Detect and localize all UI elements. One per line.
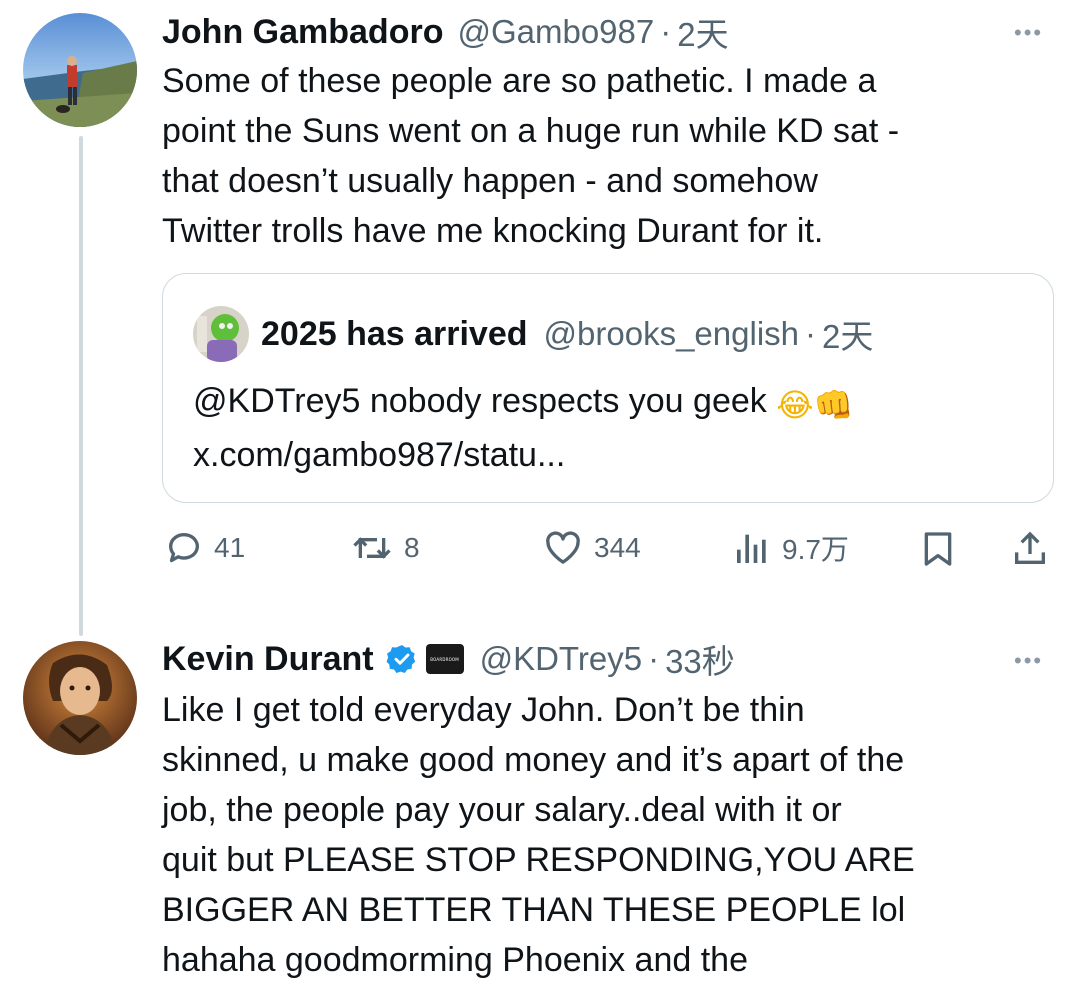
like-count: 344: [594, 532, 641, 563]
reply-button[interactable]: 41: [164, 528, 245, 568]
repost-count: 8: [404, 532, 420, 563]
tweet-header: Kevin Durant BOARDROOM @KDTrey5 · 33秒: [162, 636, 735, 682]
tweet-text: Some of these people are so pathetic. I …: [162, 56, 1062, 256]
like-button[interactable]: 344: [542, 528, 641, 568]
tweet-text-line: skinned, u make good money and it’s apar…: [162, 741, 905, 779]
more-icon[interactable]: •••: [1014, 648, 1043, 674]
quote-author-name[interactable]: 2025 has arrived: [261, 315, 528, 354]
bookmark-icon: [924, 532, 952, 566]
tweet-text-line: that doesn’t usually happen - and someho…: [162, 162, 818, 200]
views-button[interactable]: 9.7万: [732, 528, 849, 568]
views-icon: [737, 534, 766, 563]
avatar-durant[interactable]: [23, 641, 137, 755]
boardroom-affiliate-badge[interactable]: BOARDROOM: [425, 644, 464, 674]
avatar-brooks: [193, 306, 249, 362]
more-icon[interactable]: •••: [1014, 20, 1043, 46]
reply-icon: [169, 533, 199, 563]
boardroom-badge-text: BOARDROOM: [430, 656, 459, 662]
tweet-text: Like I get told everyday John. Don’t be …: [162, 685, 1062, 985]
quote-link[interactable]: x.com/gambo987/statu...: [193, 430, 1043, 480]
verified-badge-icon: [386, 645, 415, 673]
quote-header: 2025 has arrived @brooks_english · 2天: [261, 312, 873, 356]
laughing-emoji-icon: 😂: [776, 386, 814, 424]
reply-count: 41: [214, 532, 246, 563]
separator-dot: ·: [648, 640, 660, 677]
separator-dot: ·: [805, 315, 817, 352]
tweet-header: John Gambadoro @Gambo987 · 2天: [162, 10, 729, 54]
share-icon: [1015, 531, 1045, 564]
quoted-tweet-card[interactable]: 2025 has arrived @brooks_english · 2天 @K…: [162, 273, 1054, 503]
author-name[interactable]: Kevin Durant: [162, 640, 374, 679]
thread-connector-line: [79, 136, 83, 636]
repost-icon: [353, 537, 391, 559]
separator-dot: ·: [660, 13, 672, 50]
bookmark-button[interactable]: [918, 528, 958, 575]
author-handle[interactable]: @Gambo987: [457, 13, 654, 51]
tweet-text-line: quit but PLEASE STOP RESPONDING,YOU ARE: [162, 841, 915, 879]
author-handle[interactable]: @KDTrey5: [480, 640, 642, 678]
share-button[interactable]: [1010, 528, 1050, 575]
tweet-text-line: Some of these people are so pathetic. I …: [162, 62, 877, 100]
quote-author-handle[interactable]: @brooks_english: [544, 315, 799, 353]
tweet-text-line: job, the people pay your salary..deal wi…: [162, 791, 842, 829]
fist-emoji-icon: 👊: [813, 386, 854, 424]
tweet-text-line: BIGGER AN BETTER THAN THESE PEOPLE lol: [162, 891, 906, 929]
quote-timestamp: 2天: [822, 318, 874, 355]
tweet-text-line: hahaha goodmorming Phoenix and the: [162, 941, 748, 979]
repost-button[interactable]: 8: [350, 528, 420, 568]
tweet-text-line: Like I get told everyday John. Don’t be …: [162, 691, 805, 729]
quote-text-line: @KDTrey5 nobody respects you geek 😂👊: [193, 376, 1043, 430]
tweet-text-line: point the Suns went on a huge run while …: [162, 112, 900, 150]
author-name[interactable]: John Gambadoro: [162, 13, 443, 52]
quote-text-main: @KDTrey5 nobody respects you geek: [193, 382, 767, 420]
avatar-gambadoro[interactable]: [23, 13, 137, 127]
views-count: 9.7万: [782, 534, 849, 565]
tweet-text-line: Twitter trolls have me knocking Durant f…: [162, 212, 824, 250]
quote-text: @KDTrey5 nobody respects you geek 😂👊 x.c…: [193, 376, 1043, 480]
timestamp[interactable]: 2天: [677, 8, 728, 56]
timestamp[interactable]: 33秒: [665, 635, 735, 683]
like-icon: [546, 531, 580, 564]
